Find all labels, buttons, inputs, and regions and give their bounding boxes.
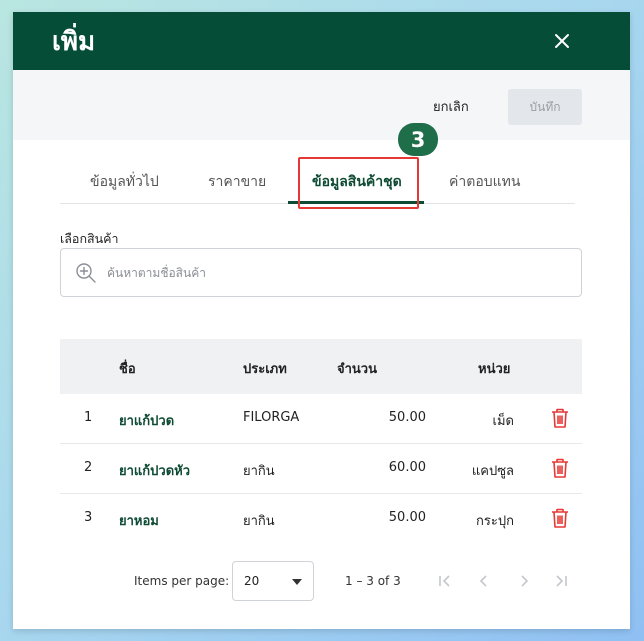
last-page-icon[interactable] (552, 572, 570, 590)
trash-icon[interactable] (550, 507, 570, 529)
active-tab-indicator (288, 201, 424, 204)
dialog-title: เพิ่ม (52, 27, 96, 57)
header-quantity: จำนวน (337, 362, 377, 377)
page-size-value: 20 (244, 574, 260, 588)
close-button[interactable] (550, 29, 574, 53)
paginator: Items per page: 20 1 – 3 of 3 (60, 560, 582, 602)
items-per-page-label: Items per page: (134, 574, 230, 588)
row-type: ยากิน (243, 464, 275, 479)
tab-general-info[interactable]: ข้อมูลทั่วไป (90, 171, 159, 193)
dialog-header: เพิ่ม (13, 12, 630, 70)
row-type: FILORGA (243, 410, 300, 425)
page-size-select[interactable]: 20 (232, 561, 314, 601)
add-dialog: เพิ่ม ยกเลิก บันทึก 3 ข้อมูลทั่วไป ราคาข… (13, 12, 630, 629)
bundle-products-table: ชื่อ ประเภท จำนวน หน่วย 1 ยาแก้ปวด FILOR… (60, 339, 582, 544)
row-type: ยากิน (243, 514, 275, 529)
close-icon (555, 34, 569, 48)
row-quantity: 50.00 (388, 510, 426, 525)
tab-compensation[interactable]: ค่าตอบแทน (449, 171, 520, 193)
save-button[interactable]: บันทึก (508, 89, 582, 125)
zoom-in-icon (76, 263, 96, 283)
cancel-button[interactable]: ยกเลิก (433, 96, 469, 117)
table-row: 1 ยาแก้ปวด FILORGA 50.00 เม็ด (60, 394, 582, 444)
table-row: 3 ยาหอม ยากิน 50.00 กระปุก (60, 494, 582, 544)
next-page-icon[interactable] (515, 572, 533, 590)
table-row: 2 ยาแก้ปวดหัว ยากิน 60.00 แคปซูล (60, 444, 582, 494)
row-unit: เม็ด (492, 414, 514, 429)
page-range-label: 1 – 3 of 3 (345, 574, 401, 588)
header-type: ประเภท (243, 362, 287, 377)
first-page-icon[interactable] (436, 572, 454, 590)
tab-bar: ข้อมูลทั่วไป ราคาขาย ข้อมูลสินค้าชุด ค่า… (60, 152, 575, 204)
product-search-field[interactable] (60, 248, 582, 297)
dialog-toolbar: ยกเลิก บันทึก (13, 70, 630, 140)
row-name[interactable]: ยาแก้ปวดหัว (119, 460, 190, 481)
caret-down-icon (292, 579, 302, 585)
trash-icon[interactable] (550, 407, 570, 429)
row-unit: กระปุก (476, 514, 514, 529)
row-index: 3 (84, 510, 93, 525)
row-unit: แคปซูล (471, 464, 514, 479)
row-quantity: 60.00 (388, 460, 426, 475)
table-header: ชื่อ ประเภท จำนวน หน่วย (60, 339, 582, 394)
product-search-input[interactable] (107, 259, 567, 287)
row-index: 1 (84, 410, 93, 425)
row-name[interactable]: ยาหอม (119, 510, 159, 531)
row-index: 2 (84, 460, 93, 475)
tab-selling-price[interactable]: ราคาขาย (208, 171, 266, 193)
row-quantity: 50.00 (388, 410, 426, 425)
trash-icon[interactable] (550, 457, 570, 479)
row-name[interactable]: ยาแก้ปวด (119, 410, 174, 431)
header-unit: หน่วย (478, 362, 511, 377)
tab-bundle-products[interactable]: ข้อมูลสินค้าชุด (312, 171, 402, 193)
header-name: ชื่อ (119, 362, 136, 377)
previous-page-icon[interactable] (475, 572, 493, 590)
product-search-label: เลือกสินค้า (60, 231, 119, 246)
